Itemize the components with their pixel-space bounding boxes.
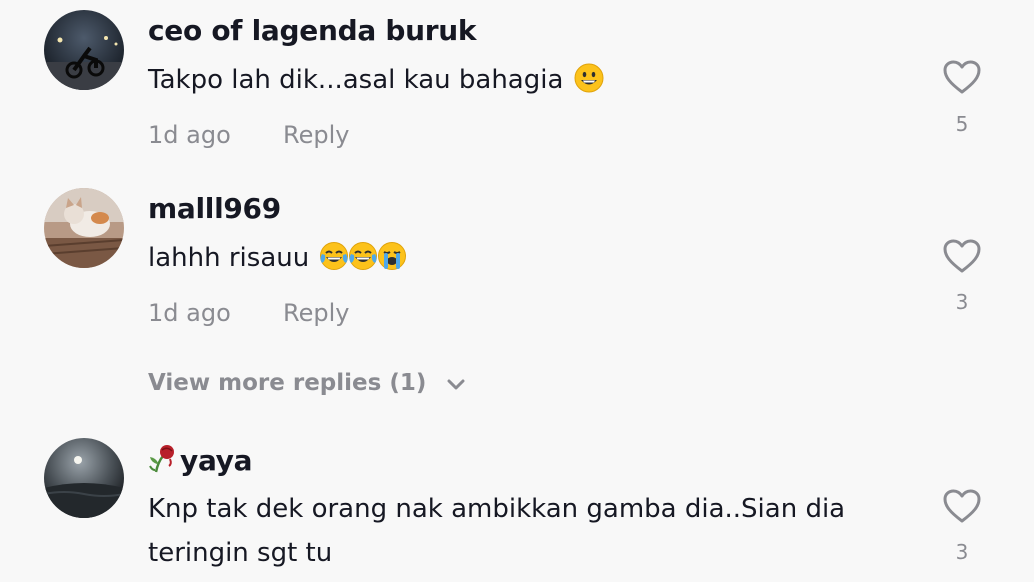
comment-username[interactable]: yaya [148,442,253,481]
comment-text-line: Knp tak dek orang nak ambikkan gamba dia… [148,494,846,524]
like-count: 3 [955,290,969,314]
grinning-face-emoji-icon [574,63,604,107]
comment-text: Takpo lah dik...asal kau bahagia [148,58,908,107]
comment-timestamp: 1d ago [148,299,231,327]
reply-button[interactable]: Reply [283,299,349,327]
avatar[interactable] [44,10,124,90]
like-button[interactable] [942,488,982,524]
avatar[interactable] [44,438,124,518]
like-button[interactable] [942,59,982,95]
comment-text-body: Takpo lah dik...asal kau bahagia [148,65,564,95]
avatar[interactable] [44,188,124,268]
like-button[interactable] [942,238,982,274]
face-with-tears-of-joy-icon [348,241,378,285]
like-count: 3 [955,540,969,564]
reply-button[interactable]: Reply [283,121,349,149]
comment-username-text: yaya [180,444,253,477]
heart-outline-icon [943,489,981,523]
loudly-crying-face-icon [377,241,407,285]
comment-text-line: teringin sgt tu [148,538,333,568]
comment-timestamp: 1d ago [148,121,231,149]
like-count: 5 [955,112,969,136]
comment-text-body: lahhh risauu [148,243,310,273]
comment-text: Knp tak dek orang nak ambikkan gamba dia… [148,487,908,575]
wilted-rose-icon [148,442,178,481]
face-with-tears-of-joy-icon [319,241,349,285]
comment-username[interactable]: malll969 [148,192,281,225]
heart-outline-icon [943,60,981,94]
chevron-down-icon [446,372,466,398]
view-more-replies-button[interactable]: View more replies (1) [148,370,466,398]
view-more-replies-label: View more replies (1) [148,370,427,396]
heart-outline-icon [943,239,981,273]
comment-username[interactable]: ceo of lagenda buruk [148,14,477,47]
comment-text: lahhh risauu [148,236,908,285]
